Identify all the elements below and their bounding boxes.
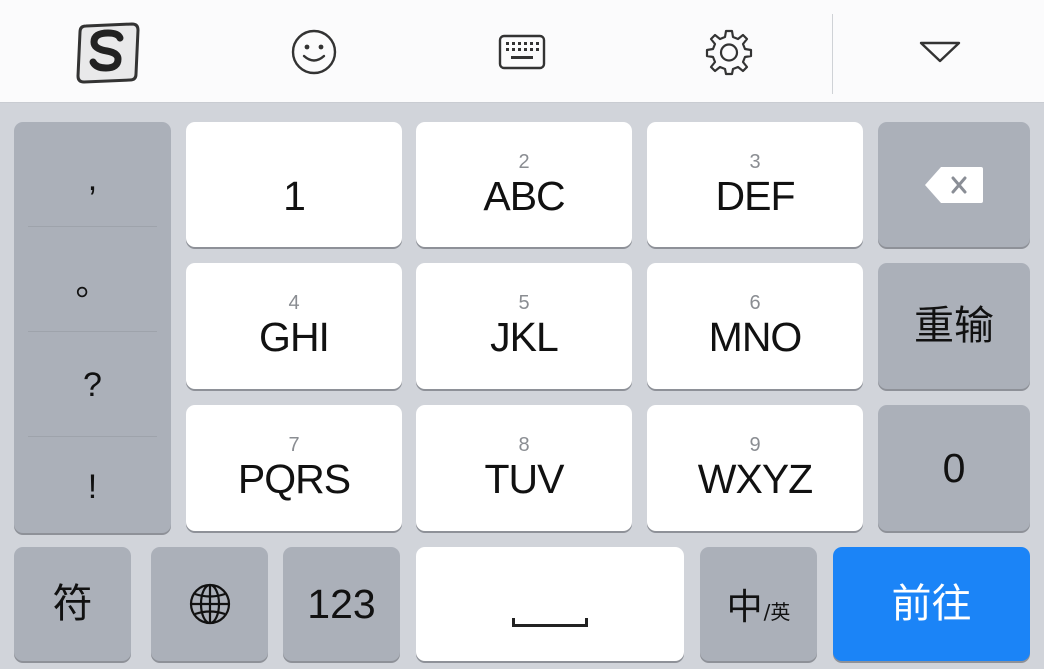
gear-icon <box>705 29 753 76</box>
key-letters: DEF <box>715 172 796 219</box>
punct-period-key[interactable]: 。 <box>14 229 171 332</box>
key-letters: MNO <box>708 314 803 360</box>
punct-separator <box>28 331 157 332</box>
keyboard-switch-button[interactable] <box>482 14 562 90</box>
key-1[interactable]: 1 <box>186 122 402 247</box>
reinput-label: 重输 <box>914 303 994 349</box>
key-5-jkl[interactable]: 5 JKL <box>416 263 632 389</box>
lang-main-label: 中 <box>726 587 763 628</box>
key-zero-label: 0 <box>942 445 966 491</box>
key-number: 4 <box>288 292 300 314</box>
key-2-abc[interactable]: 2 ABC <box>416 122 632 247</box>
numbers-key[interactable]: 123 <box>283 547 400 661</box>
keyboard-icon <box>498 34 546 70</box>
candidate-toolbar <box>0 0 1044 103</box>
key-0[interactable]: 0 <box>878 405 1030 531</box>
numbers-label: 123 <box>307 581 376 627</box>
settings-button[interactable] <box>689 14 769 90</box>
sogou-logo-icon <box>76 22 140 84</box>
sogou-logo-button[interactable] <box>68 14 148 90</box>
key-8-tuv[interactable]: 8 TUV <box>416 405 632 531</box>
backspace-key[interactable] <box>878 122 1030 247</box>
punct-question-key[interactable]: ? <box>14 334 171 437</box>
key-letters: GHI <box>259 314 330 360</box>
emoji-button[interactable] <box>274 14 354 90</box>
key-number: 2 <box>518 150 530 173</box>
key-letters: 1 <box>283 172 306 219</box>
key-letters: ABC <box>483 172 565 219</box>
punct-comma-key[interactable]: , <box>14 128 171 231</box>
key-number: 6 <box>749 292 761 314</box>
chevron-down-icon <box>919 41 961 63</box>
key-letters: PQRS <box>237 456 351 502</box>
key-3-def[interactable]: 3 DEF <box>647 122 863 247</box>
hide-keyboard-button[interactable] <box>900 14 980 90</box>
reinput-key[interactable]: 重输 <box>878 263 1030 389</box>
backspace-icon <box>925 166 983 203</box>
globe-icon <box>189 583 230 625</box>
key-7-pqrs[interactable]: 7 PQRS <box>186 405 402 531</box>
key-9-wxyz[interactable]: 9 WXYZ <box>647 405 863 531</box>
symbols-key[interactable]: 符 <box>14 547 131 661</box>
emoji-icon <box>291 29 337 75</box>
punct-exclaim-key[interactable]: ! <box>14 436 171 533</box>
key-letters: JKL <box>490 314 559 360</box>
language-switch-label: 中 /英 <box>727 578 791 630</box>
symbols-label: 符 <box>52 581 93 627</box>
key-number: 9 <box>749 434 761 456</box>
key-number: 8 <box>518 434 530 456</box>
lang-sub-label: /英 <box>763 600 791 624</box>
key-letters: TUV <box>484 456 565 502</box>
go-label: 前往 <box>891 581 972 627</box>
key-number: 7 <box>288 434 300 456</box>
key-4-ghi[interactable]: 4 GHI <box>186 263 402 389</box>
space-key[interactable] <box>416 547 684 661</box>
punct-separator <box>28 226 157 227</box>
language-switch-key[interactable]: 中 /英 <box>700 547 817 661</box>
go-key[interactable]: 前往 <box>833 547 1030 661</box>
toolbar-divider <box>832 14 833 94</box>
space-icon <box>512 617 588 627</box>
key-number: 5 <box>518 292 530 314</box>
key-number: 3 <box>749 150 761 173</box>
globe-key[interactable] <box>151 547 268 661</box>
key-letters: WXYZ <box>697 456 813 502</box>
punctuation-column: , 。 ? ! <box>14 122 171 533</box>
key-6-mno[interactable]: 6 MNO <box>647 263 863 389</box>
